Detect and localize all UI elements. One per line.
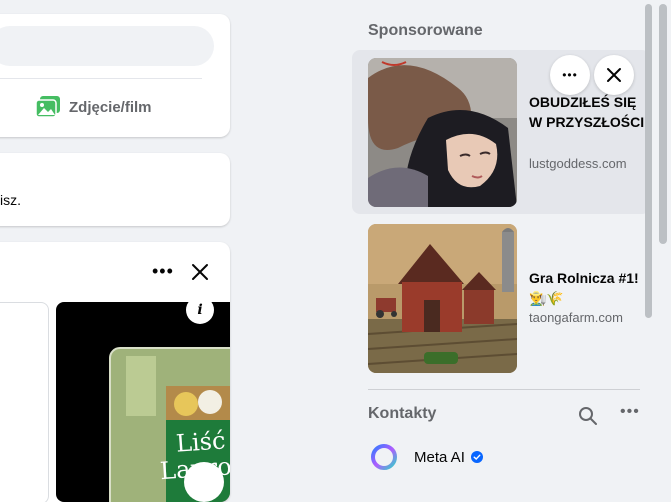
reels-options-button[interactable]: •••	[152, 262, 174, 280]
ad-title[interactable]: OBUDZIŁEŚ SIĘ W PRZYSZŁOŚCI	[529, 92, 645, 132]
play-button[interactable]	[184, 462, 224, 502]
photo-video-label: Zdjęcie/film	[69, 98, 152, 116]
ad-illustration	[368, 58, 517, 207]
sponsored-heading: Sponsorowane	[368, 22, 483, 39]
ad-image[interactable]	[368, 58, 517, 207]
close-icon	[607, 68, 621, 82]
composer-input[interactable]	[0, 26, 214, 66]
photo-video-button[interactable]: Zdjęcie/film	[35, 92, 152, 122]
post-card: isz.	[0, 153, 230, 226]
verified-badge-icon	[470, 451, 483, 463]
contact-name: Meta AI	[414, 448, 465, 466]
post-composer-card: Zdjęcie/film	[0, 14, 230, 137]
sponsored-ad[interactable]: Gra Rolnicza #1! 👨‍🌾🌾 taongafarm.com	[352, 216, 650, 380]
ad-domain: lustgoddess.com	[529, 156, 627, 171]
sidebar-divider	[368, 389, 640, 390]
contacts-options-button[interactable]: •••	[620, 403, 640, 421]
right-sidebar-scrollbar[interactable]	[645, 4, 652, 318]
ad-hide-button[interactable]	[594, 55, 634, 95]
ad-domain: taongafarm.com	[529, 310, 623, 325]
reel-tile[interactable]: Liść Laurow	[56, 302, 230, 502]
contacts-heading: Kontakty	[368, 405, 437, 422]
photo-icon	[35, 96, 60, 118]
ad-illustration	[368, 224, 517, 373]
ad-options-button[interactable]: •••	[550, 55, 590, 95]
more-options-icon: •••	[562, 68, 578, 82]
reel-tile[interactable]	[0, 302, 49, 502]
composer-divider	[0, 78, 202, 79]
meta-ai-avatar-icon	[371, 444, 397, 470]
page-scrollbar[interactable]	[659, 4, 667, 244]
close-icon[interactable]	[190, 262, 210, 282]
contact-item-meta-ai[interactable]: Meta AI	[368, 441, 483, 473]
info-icon[interactable]: i	[186, 296, 214, 324]
sponsored-ad[interactable]: OBUDZIŁEŚ SIĘ W PRZYSZŁOŚCI lustgoddess.…	[352, 50, 650, 214]
right-sidebar: Sponsorowane OBUDZIŁEŚ SIĘ W PRZYSZŁOŚCI…	[352, 0, 650, 483]
ad-title[interactable]: Gra Rolnicza #1! 👨‍🌾🌾	[529, 268, 645, 308]
post-text-snippet: isz.	[0, 192, 21, 208]
ad-image[interactable]	[368, 224, 517, 373]
reels-card: ••• Liść Laurow i	[0, 242, 230, 502]
search-icon[interactable]	[576, 404, 600, 428]
